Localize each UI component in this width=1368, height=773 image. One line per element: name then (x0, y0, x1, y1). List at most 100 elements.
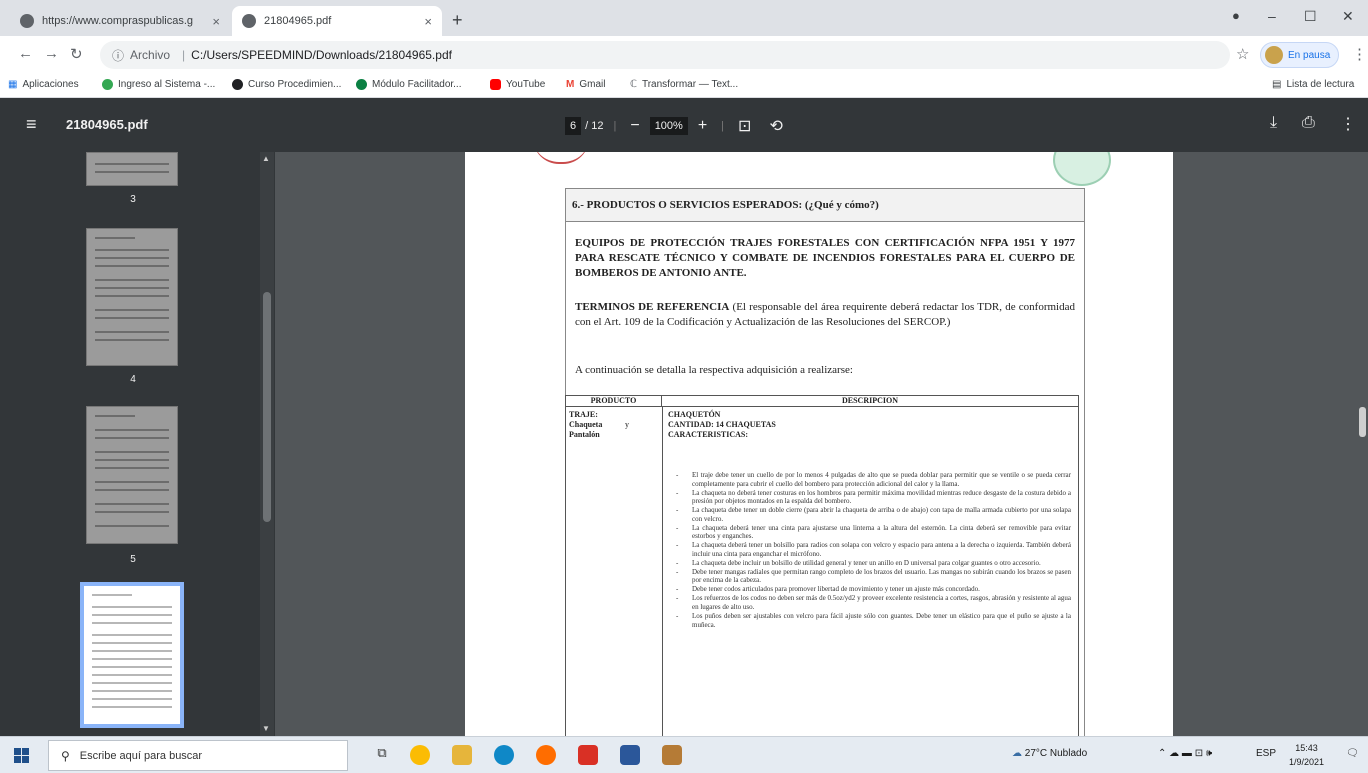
chrome-icon[interactable] (410, 745, 430, 765)
list-item: La chaqueta deberá tener una cinta para … (676, 524, 1071, 541)
windows-start-icon[interactable] (14, 748, 29, 763)
profile-button[interactable]: En pausa (1260, 42, 1340, 68)
fit-page-icon[interactable]: ⊡ (738, 116, 751, 136)
new-tab-button[interactable]: + (452, 10, 463, 31)
product-line: TRAJE: (569, 410, 598, 419)
zoom-in-button[interactable]: + (698, 117, 707, 135)
tab-pdf[interactable]: 21804965.pdf × (232, 6, 442, 36)
thumbnail-number: 5 (130, 554, 136, 565)
page-controls: 6 / 12 | − 100% + | ⊡ ⟲ (565, 116, 787, 136)
notifications-icon[interactable]: 🗨 (1346, 748, 1359, 759)
taskbar-clock[interactable]: 15:43 1/9/2021 (1289, 741, 1324, 769)
thumbnail-page-selected[interactable] (80, 582, 184, 728)
taskbar-search-box[interactable]: ⚲ Escribe aquí para buscar (48, 740, 348, 771)
page-number-input[interactable]: 6 (565, 117, 582, 135)
list-item: Debe tener codos articulados para promov… (676, 585, 1071, 594)
pdf-filename: 21804965.pdf (66, 117, 148, 132)
pdf-viewer: 6.- PRODUCTOS O SERVICIOS ESPERADOS: (¿Q… (275, 152, 1368, 736)
language-indicator[interactable]: ESP (1256, 748, 1276, 759)
bookmark-youtube[interactable]: YouTube (490, 79, 545, 90)
reload-icon[interactable]: ↻ (70, 45, 83, 63)
forward-icon[interactable]: → (44, 45, 59, 62)
address-toolbar: ← → ↻ ⓘ Archivo | C:/Users/SPEEDMIND/Dow… (0, 36, 1368, 74)
pdf-page: 6.- PRODUCTOS O SERVICIOS ESPERADOS: (¿Q… (465, 152, 1173, 736)
back-icon[interactable]: ← (18, 45, 33, 62)
weather-widget[interactable]: ☁ 27°C Nublado (1012, 748, 1087, 759)
maximize-button[interactable]: ☐ (1304, 8, 1317, 25)
more-options-icon[interactable]: ⋮ (1340, 114, 1356, 134)
description-cell: CHAQUETÓN CANTIDAD: 14 CHAQUETAS CARACTE… (668, 410, 1068, 440)
windows-taskbar: ⚲ Escribe aquí para buscar ⧉ ☁ 27°C Nubl… (0, 736, 1368, 773)
site-icon (232, 79, 243, 90)
close-icon[interactable]: × (424, 14, 432, 29)
product-line: Pantalón (569, 430, 600, 439)
scroll-down-icon[interactable]: ▼ (262, 724, 270, 733)
gmail-icon: M (566, 79, 575, 90)
word-icon[interactable] (620, 745, 640, 765)
bookmark-label: Curso Procedimien... (248, 79, 342, 90)
bookmark-gmail[interactable]: M Gmail (566, 79, 605, 90)
zoom-out-button[interactable]: − (630, 117, 639, 135)
bookmark-label: Módulo Facilitador... (372, 79, 462, 90)
bookmarks-bar: ▦ Aplicaciones Ingreso al Sistema -... C… (0, 74, 1368, 98)
thumbnail-sidebar: 3 4 5 6 ▲ ▼ (0, 152, 275, 736)
viewer-scrollbar[interactable] (1333, 152, 1368, 736)
reference-paragraph: TERMINOS DE REFERENCIA (El responsable d… (575, 300, 1075, 330)
app-icon[interactable] (662, 745, 682, 765)
url-text: C:/Users/SPEEDMIND/Downloads/21804965.pd… (191, 48, 452, 62)
bookmark-transformar[interactable]: ℂ Transformar — Text... (630, 79, 738, 90)
profile-dot-icon[interactable]: ● (1232, 8, 1240, 23)
firefox-icon[interactable] (536, 745, 556, 765)
reading-list-icon: ▤ (1272, 79, 1282, 90)
file-explorer-icon[interactable] (452, 745, 472, 765)
search-placeholder: Escribe aquí para buscar (79, 749, 203, 762)
close-icon[interactable]: × (212, 14, 220, 29)
thumbnail-page[interactable] (86, 152, 178, 186)
zoom-input[interactable]: 100% (649, 117, 688, 135)
download-icon[interactable]: ⤓ (1270, 114, 1277, 132)
menu-icon[interactable]: ≡ (26, 114, 37, 135)
list-item: Los puños deben ser ajustables con velcr… (676, 612, 1071, 629)
kebab-menu-icon[interactable]: ⋮ (1352, 45, 1367, 63)
star-icon[interactable]: ☆ (1236, 45, 1249, 63)
bookmark-apps[interactable]: ▦ Aplicaciones (8, 79, 79, 90)
bookmark-ingreso[interactable]: Ingreso al Sistema -... (102, 79, 215, 90)
divider: | (613, 120, 617, 132)
reading-list[interactable]: ▤ Lista de lectura (1272, 79, 1354, 90)
globe-icon (20, 14, 34, 28)
logo-seal-right (1053, 152, 1111, 186)
task-view-icon[interactable]: ⧉ (372, 745, 392, 765)
browser-tab-bar: https://www.compraspublicas.g × 21804965… (0, 0, 1368, 36)
profile-label: En pausa (1288, 49, 1331, 61)
app-icon[interactable] (578, 745, 598, 765)
scroll-up-icon[interactable]: ▲ (262, 154, 270, 163)
thumbnail-page[interactable] (86, 406, 178, 544)
bookmark-modulo[interactable]: Módulo Facilitador... (356, 79, 462, 90)
close-window-button[interactable]: ✕ (1342, 8, 1354, 25)
column-divider (662, 407, 663, 736)
bookmark-label: Transformar — Text... (641, 79, 739, 90)
tab-compraspublicas[interactable]: https://www.compraspublicas.g × (10, 6, 230, 36)
section-title: 6.- PRODUCTOS O SERVICIOS ESPERADOS: (¿Q… (565, 188, 1085, 222)
system-tray-icons[interactable]: ⌃ ☁ ▬ ⊡ 🕪 (1158, 748, 1212, 759)
bookmark-label: YouTube (506, 79, 546, 90)
rotate-icon[interactable]: ⟲ (769, 116, 782, 136)
address-bar[interactable]: ⓘ Archivo | C:/Users/SPEEDMIND/Downloads… (100, 41, 1230, 69)
thumbnail-page[interactable] (86, 228, 178, 366)
sidebar-scrollbar[interactable] (260, 152, 274, 736)
weather-text: 27°C Nublado (1024, 748, 1088, 759)
product-line: Chaqueta (569, 420, 603, 429)
edge-icon[interactable] (494, 745, 514, 765)
site-icon (356, 79, 367, 90)
bookmark-curso[interactable]: Curso Procedimien... (232, 79, 341, 90)
characteristics-list: El traje debe tener un cuello de por lo … (676, 471, 1071, 630)
list-item: La chaqueta debe tener un doble cierre (… (676, 506, 1071, 523)
reading-list-label: Lista de lectura (1286, 79, 1355, 90)
pdf-toolbar: ≡ 21804965.pdf 6 / 12 | − 100% + | ⊡ ⟲ ⤓… (0, 98, 1368, 152)
clock-time: 15:43 (1295, 743, 1318, 753)
description-line: CHAQUETÓN (668, 410, 721, 419)
minimize-button[interactable]: – (1268, 8, 1276, 24)
print-icon[interactable]: ⎙ (1302, 114, 1315, 132)
product-connector: y (625, 420, 629, 429)
list-item: El traje debe tener un cuello de por lo … (676, 471, 1071, 488)
